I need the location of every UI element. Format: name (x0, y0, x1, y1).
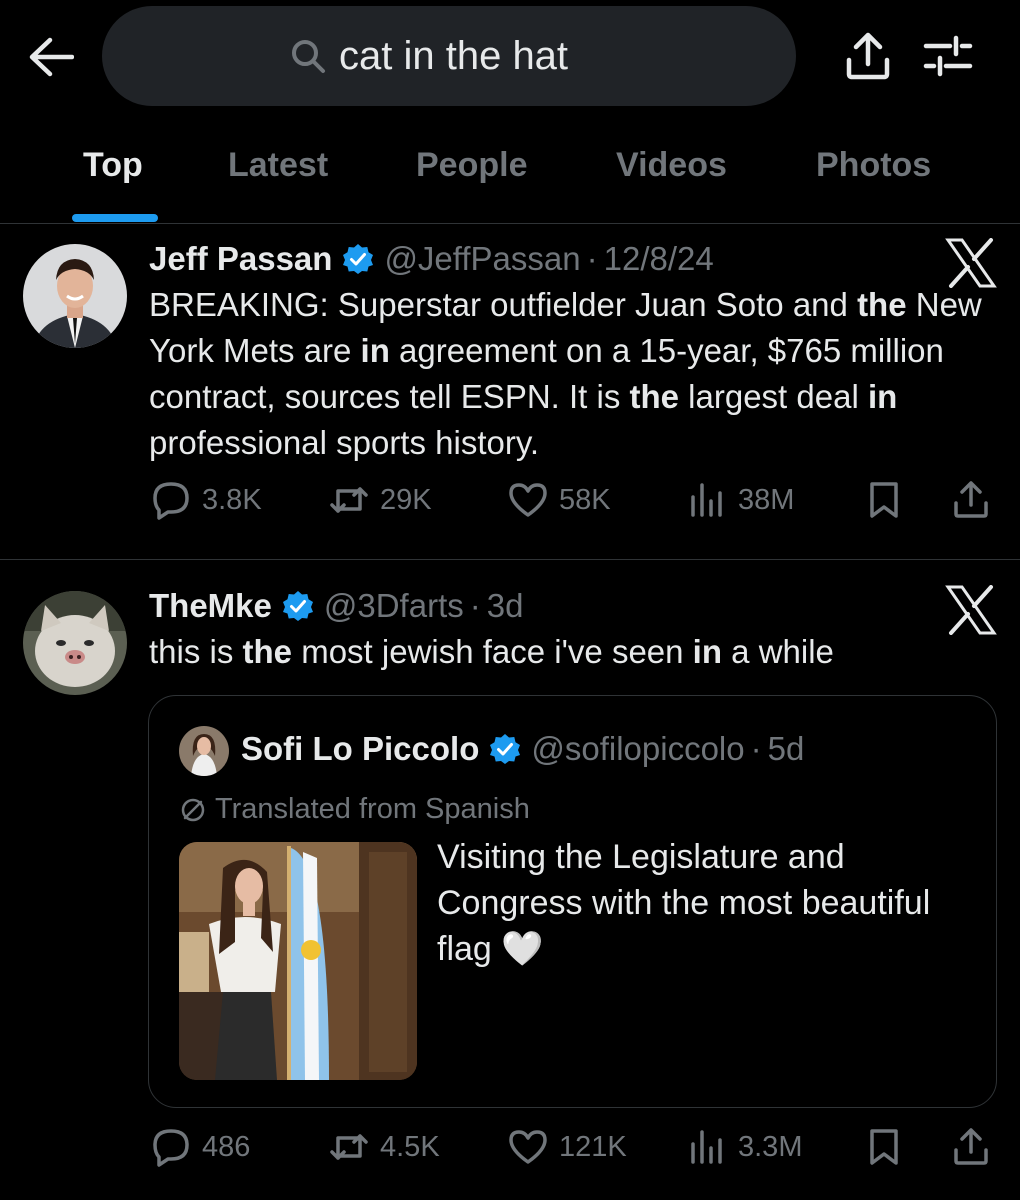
like-icon (509, 1130, 547, 1164)
views-button[interactable]: 3.3M (686, 1126, 802, 1168)
translated-label[interactable]: Translated from Spanish (179, 793, 530, 826)
like-count: 121K (559, 1130, 627, 1163)
tab-latest[interactable]: Latest (228, 146, 328, 185)
tweet-text: BREAKING: Superstar outfielder Juan Soto… (149, 286, 982, 461)
separator: · (750, 730, 762, 767)
timestamp[interactable]: 5d (768, 730, 805, 768)
search-icon (292, 40, 325, 73)
like-button[interactable]: 58K (507, 479, 611, 521)
tweet[interactable]: TheMke @3Dfarts · 3d this is the most je… (0, 561, 1020, 1200)
tweet-header: TheMke @3Dfarts · 3d (149, 587, 523, 625)
separator: · (469, 587, 481, 624)
share-search-button[interactable] (842, 30, 894, 82)
share-icon (954, 1128, 988, 1165)
repost-icon (330, 487, 368, 513)
share-button[interactable] (950, 1126, 992, 1168)
avatar-image (23, 591, 127, 695)
back-button[interactable] (26, 34, 76, 80)
quoted-tweet-text: Visiting the Legislature and Congress wi… (437, 838, 931, 968)
timestamp[interactable]: 12/8/24 (604, 240, 714, 278)
reply-button[interactable]: 3.8K (150, 479, 262, 521)
search-input[interactable] (339, 33, 609, 79)
avatar[interactable] (179, 726, 229, 776)
photo-image (179, 842, 417, 1080)
share-icon (954, 481, 988, 518)
filter-icon (923, 35, 973, 77)
views-count: 38M (738, 483, 795, 516)
tab-photos[interactable]: Photos (816, 146, 931, 185)
tweet[interactable]: Jeff Passan @JeffPassan · 12/8/24 BREAKI… (0, 224, 1020, 560)
bookmark-button[interactable] (863, 1126, 905, 1168)
verified-badge-icon (490, 734, 521, 764)
quoted-tweet-header: Sofi Lo Piccolo @sofilopiccolo · 5d (241, 730, 804, 768)
translated-text: Translated from Spanish (215, 793, 530, 825)
search-filter-button[interactable] (922, 30, 974, 82)
tweet-header: Jeff Passan @JeffPassan · 12/8/24 (149, 240, 714, 278)
repost-icon (330, 1134, 368, 1160)
quoted-tweet[interactable]: Sofi Lo Piccolo @sofilopiccolo · 5d Tran… (148, 695, 997, 1108)
reply-count: 486 (202, 1130, 251, 1163)
views-count: 3.3M (738, 1130, 803, 1163)
back-arrow-icon (29, 37, 74, 77)
repost-button[interactable]: 4.5K (328, 1126, 440, 1168)
reply-count: 3.8K (202, 483, 262, 516)
author-name[interactable]: Jeff Passan (149, 240, 332, 278)
timestamp[interactable]: 3d (487, 587, 524, 625)
author-name[interactable]: TheMke (149, 587, 272, 625)
tab-videos[interactable]: Videos (616, 146, 727, 185)
like-count: 58K (559, 483, 611, 516)
x-logo-icon (945, 238, 997, 288)
x-logo-button[interactable] (945, 585, 997, 635)
author-handle[interactable]: @JeffPassan (384, 240, 580, 278)
verified-badge-icon (343, 244, 374, 274)
bookmark-button[interactable] (863, 479, 905, 521)
search-tabs: Top Latest People Videos Photos (0, 120, 1020, 224)
like-button[interactable]: 121K (507, 1126, 627, 1168)
translate-icon (181, 798, 205, 821)
search-header (0, 0, 1020, 115)
avatar[interactable] (23, 591, 127, 695)
share-icon (846, 32, 890, 80)
reply-icon (153, 1129, 189, 1167)
tweet-text: this is the most jewish face i've seen i… (149, 633, 834, 670)
tab-people[interactable]: People (416, 146, 527, 185)
tweet-actions: 3.8K 29K 58K 38M (0, 479, 1020, 529)
active-tab-indicator (72, 214, 158, 222)
repost-count: 29K (380, 483, 432, 516)
reply-icon (153, 482, 189, 520)
like-icon (509, 483, 547, 517)
white-heart-emoji: 🤍 (501, 930, 544, 968)
share-button[interactable] (950, 479, 992, 521)
quoted-tweet-photo[interactable] (179, 842, 417, 1080)
avatar[interactable] (23, 244, 127, 348)
quoted-author-handle[interactable]: @sofilopiccolo (531, 730, 744, 768)
tab-top[interactable]: Top (83, 146, 143, 185)
views-icon (691, 483, 722, 517)
views-icon (691, 1130, 722, 1164)
quoted-author-name[interactable]: Sofi Lo Piccolo (241, 730, 479, 768)
author-handle[interactable]: @3Dfarts (324, 587, 464, 625)
views-button[interactable]: 38M (686, 479, 794, 521)
avatar-image (179, 726, 229, 776)
reply-button[interactable]: 486 (150, 1126, 250, 1168)
verified-badge-icon (282, 591, 313, 621)
separator: · (586, 240, 598, 277)
tweet-actions: 486 4.5K 121K 3.3M (0, 1126, 1020, 1176)
avatar-image (23, 244, 127, 348)
x-logo-icon (945, 585, 997, 635)
search-bar[interactable] (102, 6, 796, 106)
repost-count: 4.5K (380, 1130, 440, 1163)
x-logo-button[interactable] (945, 238, 997, 288)
bookmark-icon (870, 482, 898, 518)
bookmark-icon (870, 1129, 898, 1165)
repost-button[interactable]: 29K (328, 479, 432, 521)
